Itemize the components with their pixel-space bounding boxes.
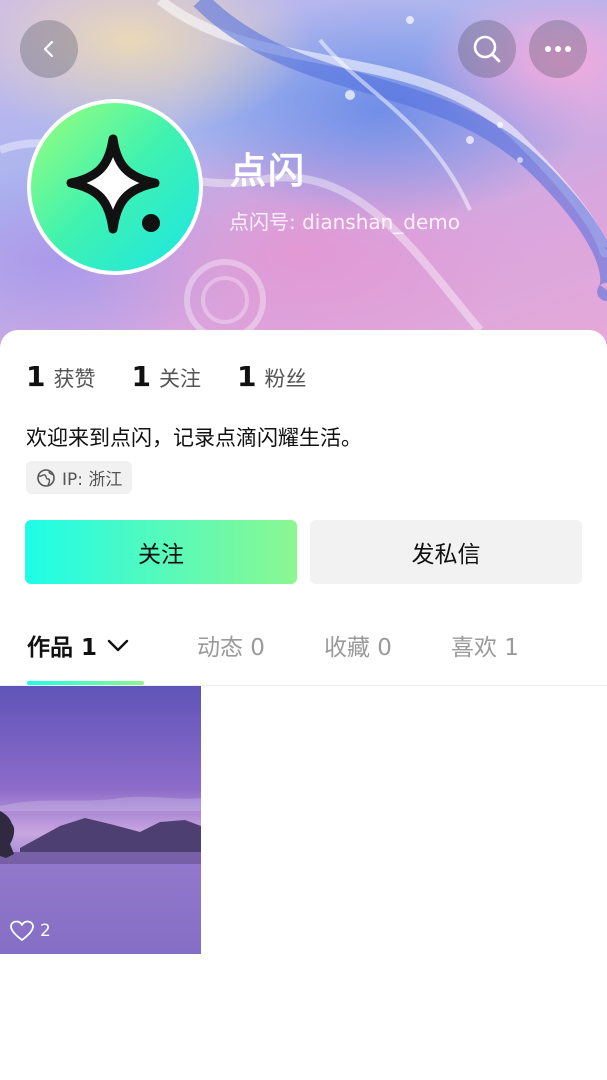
chevron-left-icon: [43, 40, 54, 58]
stat-followers[interactable]: 1 粉丝: [237, 360, 306, 393]
send-message-button[interactable]: 发私信: [310, 520, 582, 584]
profile-name: 点闪: [230, 151, 307, 192]
active-tab-indicator: [27, 681, 144, 685]
ip-location-badge: IP: 浙江: [26, 461, 133, 494]
post-landscape-image: [0, 796, 201, 954]
tab-favorites[interactable]: 收藏 0: [324, 628, 392, 662]
sparkle-logo-icon: [66, 134, 160, 234]
back-button[interactable]: [20, 20, 78, 78]
search-icon: [473, 35, 501, 63]
stat-following-value: 1: [131, 360, 151, 393]
globe-icon: [37, 468, 55, 487]
stat-likes-label: 获赞: [53, 367, 96, 391]
stat-following[interactable]: 1 关注: [131, 360, 200, 393]
more-horizontal-icon: [545, 46, 571, 52]
stat-followers-label: 粉丝: [264, 367, 307, 391]
chevron-down-icon: [107, 639, 129, 652]
tab-liked[interactable]: 喜欢 1: [451, 628, 519, 662]
ip-location-text: IP: 浙江: [62, 470, 123, 490]
content-tabs: 作品 1 动态 0 收藏 0 喜欢 1: [0, 618, 607, 686]
tab-moments[interactable]: 动态 0: [197, 628, 265, 662]
post-thumbnail[interactable]: 2: [0, 686, 201, 954]
profile-stats: 1 获赞 1 关注 1 粉丝: [26, 360, 342, 393]
stat-followers-value: 1: [236, 360, 257, 393]
more-button[interactable]: [529, 20, 587, 78]
account-id: 点闪号: dianshan_demo: [229, 210, 461, 234]
post-likes: 2: [10, 920, 51, 942]
stat-likes[interactable]: 1 获赞: [26, 360, 95, 393]
heart-outline-icon: [10, 920, 34, 941]
stat-likes-value: 1: [26, 360, 46, 393]
profile-bio: 欢迎来到点闪，记录点滴闪耀生活。: [26, 426, 362, 450]
search-button[interactable]: [458, 20, 516, 78]
avatar[interactable]: [27, 99, 203, 275]
stat-following-label: 关注: [158, 367, 201, 391]
tab-works-label: 作品 1: [27, 635, 98, 661]
post-likes-count: 2: [40, 921, 51, 941]
follow-button[interactable]: 关注: [25, 520, 297, 584]
tab-works[interactable]: 作品 1: [27, 628, 131, 662]
